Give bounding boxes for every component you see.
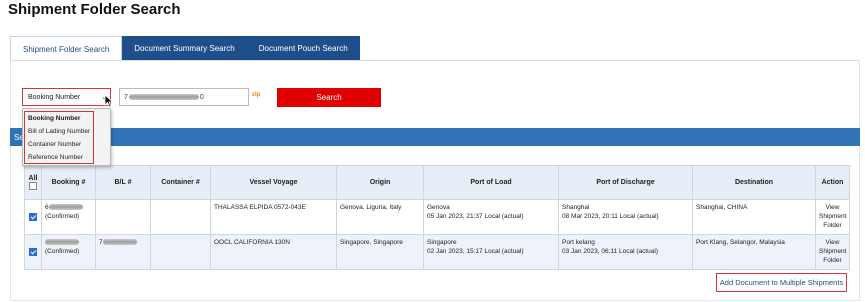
redacted-mask: [128, 94, 199, 100]
add-document-to-multiple-shipments-button[interactable]: Add Document to Multiple Shipments: [716, 273, 847, 292]
search-type-select[interactable]: Booking Number ⌄: [22, 88, 111, 106]
action-line: Shipment: [819, 213, 847, 220]
load-time: 02 Jan 2023, 15:17 Local (actual): [427, 248, 524, 255]
col-header-port-discharge: Port of Discharge: [558, 165, 693, 200]
zip-icon[interactable]: zip: [252, 92, 260, 98]
col-header-action: Action: [815, 165, 850, 200]
search-input-prefix: 7: [124, 93, 128, 101]
row-select-cell: [24, 199, 42, 235]
container-cell: [150, 234, 211, 270]
booking-status: (Confirmed): [45, 213, 80, 220]
row-checkbox[interactable]: [29, 247, 37, 256]
discharge-time: 08 Mar 2023, 20:11 Local (actual): [562, 213, 659, 220]
col-header-destination: Destination: [692, 165, 816, 200]
tab-document-pouch-search[interactable]: Document Pouch Search: [246, 36, 360, 61]
mouse-cursor-icon: [104, 94, 114, 108]
search-type-value: Booking Number: [28, 93, 81, 101]
dropdown-option-bill-of-lading-number[interactable]: Bill of Lading Number: [25, 125, 93, 138]
tab-bar: Shipment Folder Search Document Summary …: [10, 36, 360, 61]
port-load-cell: Singapore 02 Jan 2023, 15:17 Local (actu…: [423, 234, 559, 270]
search-input-suffix: 0: [199, 93, 204, 101]
tab-document-summary-search[interactable]: Document Summary Search: [122, 36, 247, 61]
search-button[interactable]: Search: [277, 88, 381, 107]
vessel-cell: OOCL CALIFORNIA 130N: [210, 234, 337, 270]
port-discharge-cell: Shanghai 08 Mar 2023, 20:11 Local (actua…: [558, 199, 693, 235]
discharge-time: 03 Jan 2023, 06:11 Local (actual): [562, 248, 659, 255]
view-shipment-folder-link[interactable]: View Shipment Folder: [815, 199, 850, 235]
results-header-bar: Se: [10, 128, 860, 146]
col-header-origin: Origin: [336, 165, 424, 200]
origin-cell: Genova, Liguria, Italy: [336, 199, 424, 235]
col-header-container: Container #: [150, 165, 211, 200]
dropdown-option-booking-number[interactable]: Booking Number: [25, 112, 93, 125]
row-checkbox[interactable]: [29, 212, 37, 221]
col-header-all: All: [24, 165, 42, 200]
action-line: Shipment: [819, 248, 847, 255]
page-title: Shipment Folder Search: [8, 1, 181, 18]
col-header-vessel: Vessel Voyage: [210, 165, 337, 200]
row-select-cell: [24, 234, 42, 270]
discharge-port: Port kelang: [562, 239, 595, 246]
load-port: Singapore: [427, 239, 457, 246]
action-line: Folder: [823, 222, 842, 229]
redacted-mask: [48, 204, 83, 211]
booking-status: (Confirmed): [45, 248, 80, 255]
redacted-mask: [45, 239, 79, 246]
bl-cell: [95, 199, 151, 235]
dropdown-option-container-number[interactable]: Container Number: [25, 138, 93, 151]
dropdown-highlight: Booking Number Bill of Lading Number Con…: [24, 111, 94, 164]
action-line: View: [825, 204, 840, 211]
bl-cell: 7: [95, 234, 151, 270]
table-row: 6 (Confirmed) THALASSA ELPIDA 0572-043E …: [24, 199, 850, 235]
col-header-port-load: Port of Load: [423, 165, 559, 200]
load-port: Genova: [427, 204, 450, 211]
action-line: Folder: [823, 257, 842, 264]
load-time: 05 Jan 2023, 21:37 Local (actual): [427, 213, 524, 220]
table-header-row: All Booking # B/L # Container # Vessel V…: [24, 165, 850, 200]
redacted-mask: [102, 239, 137, 246]
select-all-checkbox[interactable]: [29, 182, 37, 190]
destination-cell: Port Klang, Selangor, Malaysia: [692, 234, 816, 270]
search-input[interactable]: 7 0: [119, 88, 249, 106]
booking-cell: (Confirmed): [41, 234, 96, 270]
booking-cell: 6 (Confirmed): [41, 199, 96, 235]
col-header-booking: Booking #: [41, 165, 96, 200]
vessel-cell: THALASSA ELPIDA 0572-043E: [210, 199, 337, 235]
results-table: All Booking # B/L # Container # Vessel V…: [24, 165, 850, 270]
discharge-port: Shanghai: [562, 204, 590, 211]
destination-cell: Shanghai, CHINA: [692, 199, 816, 235]
action-line: View: [825, 239, 840, 246]
search-type-dropdown: Booking Number Bill of Lading Number Con…: [22, 108, 111, 166]
container-cell: [150, 199, 211, 235]
port-load-cell: Genova 05 Jan 2023, 21:37 Local (actual): [423, 199, 559, 235]
origin-cell: Singapore, Singapore: [336, 234, 424, 270]
view-shipment-folder-link[interactable]: View Shipment Folder: [815, 234, 850, 270]
col-header-bl: B/L #: [95, 165, 151, 200]
table-row: (Confirmed) 7 OOCL CALIFORNIA 130N Singa…: [24, 234, 850, 270]
select-all-label: All: [28, 175, 38, 182]
dropdown-option-reference-number[interactable]: Reference Number: [25, 151, 93, 164]
port-discharge-cell: Port kelang 03 Jan 2023, 06:11 Local (ac…: [558, 234, 693, 270]
tab-shipment-folder-search[interactable]: Shipment Folder Search: [10, 36, 123, 61]
